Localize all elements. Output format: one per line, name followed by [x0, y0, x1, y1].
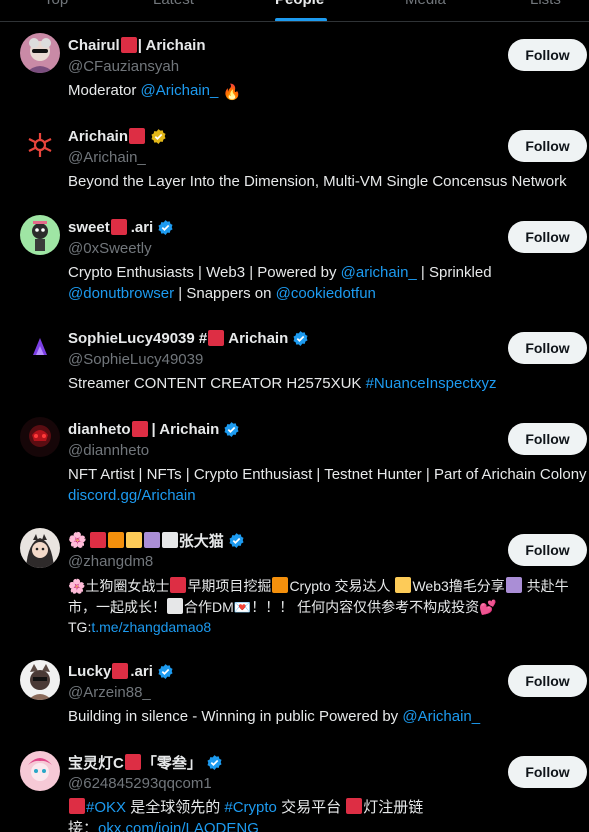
mention-link[interactable]: @Arichain_	[141, 82, 219, 99]
hashtag-link[interactable]: #NuanceInspectxyz	[366, 375, 497, 392]
user-name[interactable]: Arichain	[68, 126, 167, 146]
external-link[interactable]: okx.com/join/LAODENG	[98, 820, 259, 832]
tab-latest[interactable]: Latest	[153, 0, 194, 8]
hashtag-link[interactable]: #Crypto	[224, 799, 277, 816]
verified-badge-icon	[206, 754, 223, 771]
user-bio: Streamer CONTENT CREATOR H2575XUK #Nuanc…	[68, 375, 497, 392]
external-link[interactable]: discord.gg/Arichain	[68, 487, 196, 504]
red-square-emoji	[89, 532, 106, 548]
user-handle[interactable]: @diannheto	[68, 442, 149, 459]
yellow-square-emoji	[395, 577, 412, 593]
follow-button[interactable]: Follow	[508, 332, 587, 364]
red-square-emoji	[131, 421, 148, 437]
follow-button[interactable]: Follow	[508, 534, 587, 566]
verified-badge-icon	[228, 532, 245, 549]
tab-media[interactable]: Media	[405, 0, 446, 8]
verified-badge-icon	[223, 421, 240, 438]
avatar[interactable]	[20, 125, 60, 165]
user-bio: NFT Artist | NFTs | Crypto Enthusiast | …	[68, 466, 587, 504]
avatar[interactable]	[20, 215, 60, 255]
user-handle[interactable]: @Arichain_	[68, 149, 146, 166]
verified-badge-icon	[157, 219, 174, 236]
yellow-square-emoji	[125, 532, 142, 548]
hashtag-link[interactable]: #OKX	[86, 799, 126, 816]
user-bio: 🌸土狗圈女战士 早期项目挖掘 Crypto 交易达人 Web3撸毛分享 共赴牛市，一…	[68, 577, 569, 635]
orange-square-emoji	[272, 577, 289, 593]
tab-people[interactable]: People	[275, 0, 324, 8]
fire-emoji: 🔥	[222, 84, 242, 101]
user-handle[interactable]: @SophieLucy49039	[68, 351, 203, 368]
follow-button[interactable]: Follow	[508, 423, 587, 455]
user-handle[interactable]: @0xSweetly	[68, 240, 152, 257]
user-bio: Moderator @Arichain_ 🔥	[68, 81, 583, 104]
search-tabs: Top Latest People Media Lists	[0, 0, 589, 22]
red-square-emoji	[208, 330, 225, 346]
red-square-emoji	[120, 37, 137, 53]
user-handle[interactable]: @zhangdm8	[68, 553, 153, 570]
white-square-emoji	[167, 597, 183, 614]
external-link[interactable]: t.me/zhangdamao8	[91, 619, 211, 635]
red-square-emoji	[69, 798, 85, 814]
user-name[interactable]: 🌸 张大猫	[68, 530, 245, 550]
red-square-emoji	[346, 798, 363, 814]
follow-button[interactable]: Follow	[508, 39, 587, 71]
follow-button[interactable]: Follow	[508, 665, 587, 697]
active-tab-indicator	[275, 18, 327, 21]
avatar[interactable]	[20, 660, 60, 700]
red-square-emoji	[129, 128, 146, 144]
user-bio: Crypto Enthusiasts | Web3 | Powered by @…	[68, 264, 492, 302]
user-handle[interactable]: @CFauziansyah	[68, 58, 179, 75]
avatar[interactable]	[20, 417, 60, 457]
tab-lists[interactable]: Lists	[530, 0, 561, 8]
verified-badge-icon	[157, 663, 174, 680]
avatar[interactable]	[20, 751, 60, 791]
red-square-emoji	[110, 219, 127, 235]
user-name[interactable]: sweet .ari	[68, 217, 174, 237]
red-square-emoji	[112, 663, 129, 679]
mention-link[interactable]: @arichain_	[341, 264, 417, 281]
user-bio: #OKX 是全球领先的 #Crypto 交易平台 灯注册链 接：okx.com/j…	[68, 798, 583, 832]
user-name[interactable]: Chairul | Arichain	[68, 35, 206, 55]
user-name[interactable]: SophieLucy49039 # Arichain	[68, 328, 309, 348]
follow-button[interactable]: Follow	[508, 130, 587, 162]
mention-link[interactable]: @cookiedotfun	[276, 285, 376, 302]
follow-button[interactable]: Follow	[508, 756, 587, 788]
cherry-blossom-emoji: 🌸	[68, 532, 87, 549]
user-bio: Beyond the Layer Into the Dimension, Mul…	[68, 173, 567, 190]
purple-square-emoji	[143, 532, 160, 548]
user-handle[interactable]: @624845293qqcom1	[68, 775, 212, 792]
mention-link[interactable]: @donutbrowser	[68, 285, 174, 302]
red-square-emoji	[170, 577, 187, 593]
avatar[interactable]	[20, 528, 60, 568]
orange-square-emoji	[107, 532, 124, 548]
user-bio: Building in silence - Winning in public …	[68, 708, 481, 725]
avatar[interactable]	[20, 326, 60, 366]
user-name[interactable]: 宝灵灯C 「零叁」	[68, 752, 223, 772]
user-name[interactable]: Lucky .ari	[68, 661, 174, 681]
gold-verified-badge-icon	[150, 128, 167, 145]
verified-badge-icon	[292, 330, 309, 347]
tab-top[interactable]: Top	[44, 0, 68, 8]
user-handle[interactable]: @Arzein88_	[68, 684, 151, 701]
purple-square-emoji	[505, 577, 522, 593]
red-square-emoji	[124, 754, 141, 770]
follow-button[interactable]: Follow	[508, 221, 587, 253]
white-square-emoji	[161, 532, 178, 548]
avatar[interactable]	[20, 33, 60, 73]
mention-link[interactable]: @Arichain_	[402, 708, 480, 725]
user-name[interactable]: dianheto | Arichain	[68, 419, 240, 439]
